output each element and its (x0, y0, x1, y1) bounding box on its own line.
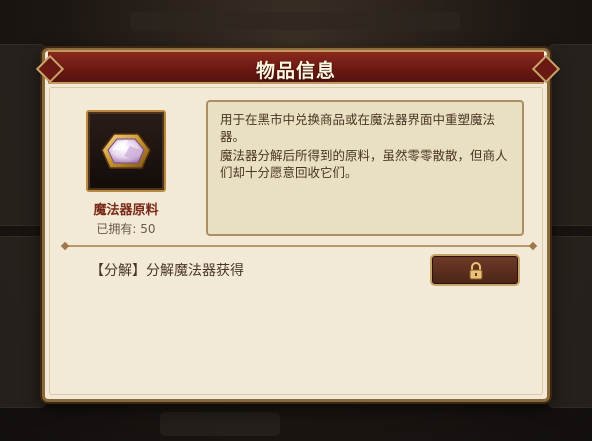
description-text-flavor: 魔法器分解后所得到的原料，虽然零零散散，但商人们却十分愿意回收它们。 (220, 148, 508, 180)
acquisition-source-text: 【分解】分解魔法器获得 (90, 263, 244, 279)
description-text-usage: 用于在黑市中兑换商品或在魔法器界面中重塑魔法器。 (220, 112, 496, 144)
dialog-title-bar: 物品信息 (48, 50, 544, 84)
dialog-title: 物品信息 (255, 60, 336, 82)
lock-icon (469, 262, 483, 280)
item-description-box: 用于在黑市中兑换商品或在魔法器界面中重塑魔法器。 魔法器分解后所得到的原料，虽然… (206, 100, 524, 236)
background-card (548, 236, 592, 408)
item-name: 魔法器原料 (93, 203, 159, 218)
item-icon-frame (86, 110, 166, 192)
hexagon-crystal-icon (101, 133, 151, 169)
item-owned-count: 已拥有: 50 (96, 222, 156, 236)
background-card (0, 236, 46, 408)
section-divider (66, 245, 534, 247)
locked-source-button[interactable] (430, 254, 520, 286)
background-bottom-element (160, 412, 280, 436)
background-top-bar (130, 12, 460, 30)
